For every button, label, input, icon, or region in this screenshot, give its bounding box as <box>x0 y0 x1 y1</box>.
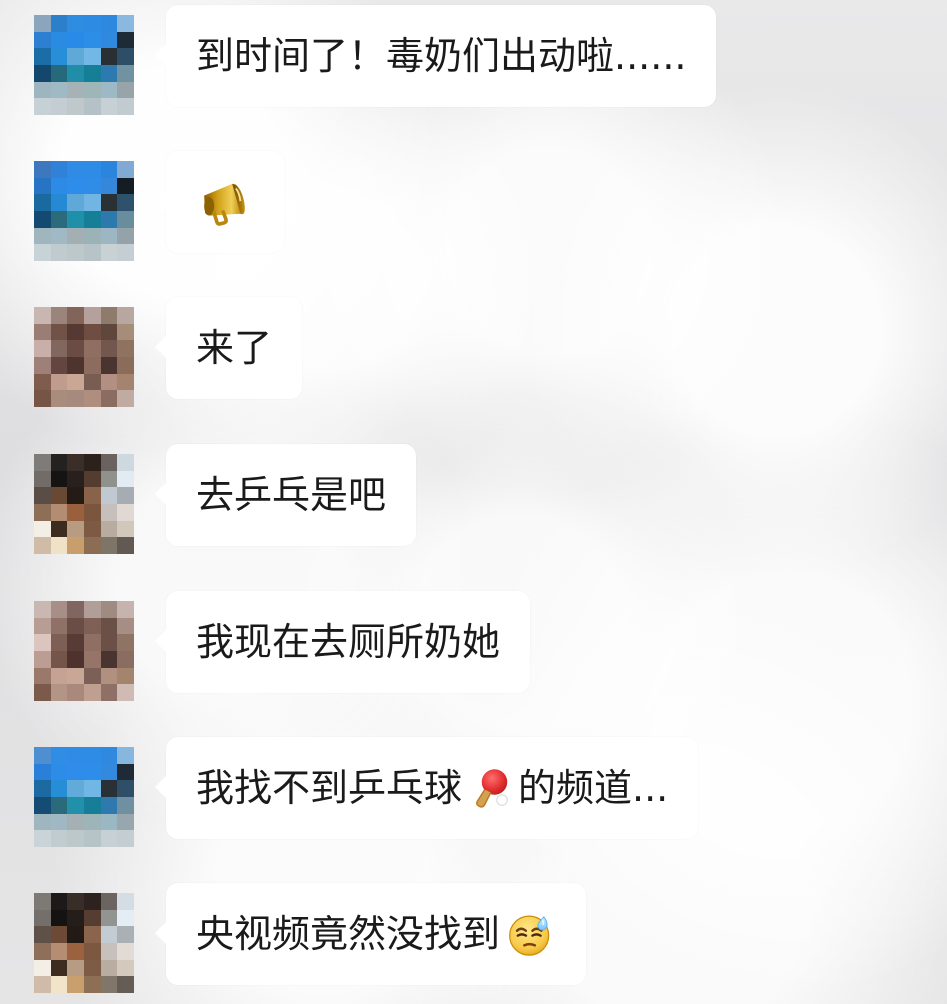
message-text: 来了 <box>196 326 273 370</box>
message-row: 来了 <box>34 297 303 407</box>
avatar[interactable] <box>34 747 134 847</box>
message-text: 我现在去厕所奶她 <box>196 620 501 664</box>
message-row: 到时间了！毒奶们出动啦...... <box>34 5 717 115</box>
message-row: 去乒乓是吧 <box>34 444 417 554</box>
message-text-part: 央视频竟然没找到 <box>196 912 501 956</box>
message-bubble[interactable] <box>155 151 284 253</box>
message-text-part: 的频道... <box>518 766 669 810</box>
message-bubble[interactable]: 我找不到乒乓球 的频道... <box>154 737 699 839</box>
avatar[interactable] <box>34 307 134 407</box>
megaphone-icon <box>204 183 245 226</box>
message-bubble[interactable]: 我现在去厕所奶她 <box>154 591 531 693</box>
message-row: 央视频竟然没找到 <box>34 883 587 993</box>
sweat-smile-icon <box>509 915 550 956</box>
message-bubble[interactable]: 去乒乓是吧 <box>154 444 417 546</box>
message-text: 我找不到乒乓球 的频道... <box>196 764 668 812</box>
avatar[interactable] <box>34 161 134 261</box>
message-row <box>34 151 284 261</box>
avatar[interactable] <box>34 454 134 554</box>
message-bubble[interactable]: 来了 <box>154 297 303 399</box>
ping-pong-icon <box>476 769 508 808</box>
avatar[interactable] <box>34 601 134 701</box>
message-row: 我找不到乒乓球 的频道... <box>34 737 699 847</box>
message-text: 去乒乓是吧 <box>196 473 387 517</box>
message-row: 我现在去厕所奶她 <box>34 591 531 701</box>
chat-window: 到时间了！毒奶们出动啦...... 来了 去乒乓是吧 我现在去厕所奶她 我找不到… <box>0 0 947 1004</box>
avatar[interactable] <box>34 15 134 115</box>
message-bubble[interactable]: 央视频竟然没找到 <box>154 883 587 985</box>
avatar[interactable] <box>34 893 134 993</box>
message-bubble[interactable]: 到时间了！毒奶们出动啦...... <box>154 5 717 107</box>
message-text-part: 我找不到乒乓球 <box>196 766 463 810</box>
message-text: 央视频竟然没找到 <box>196 908 556 960</box>
message-text: 到时间了！毒奶们出动啦...... <box>196 34 687 78</box>
